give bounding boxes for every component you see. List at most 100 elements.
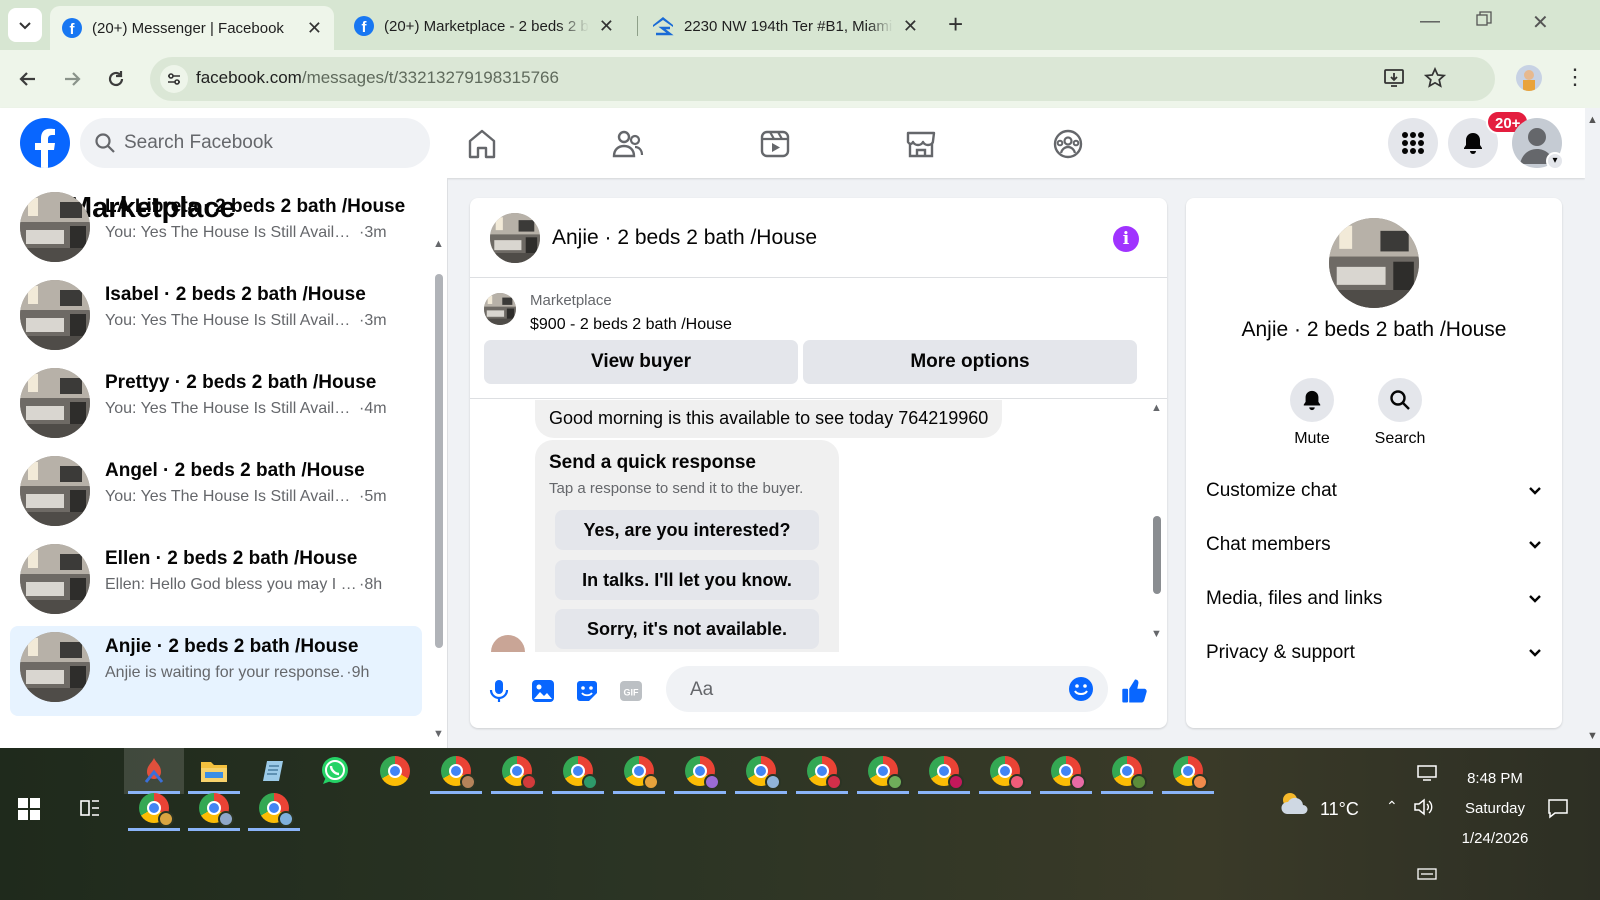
- customize-chat-row[interactable]: Customize chat: [1206, 472, 1542, 512]
- taskbar-app-chrome-profile[interactable]: [124, 785, 184, 831]
- mute-button[interactable]: Mute: [1272, 378, 1352, 448]
- minimize-button[interactable]: —: [1420, 10, 1440, 33]
- search-conversation-button[interactable]: Search: [1360, 378, 1440, 448]
- tab-messenger[interactable]: f (20+) Messenger | Facebook ✕: [50, 6, 334, 50]
- thumbs-up-icon[interactable]: [1120, 676, 1150, 706]
- taskbar-app-chrome-profile[interactable]: [609, 748, 669, 794]
- media-files-links-row[interactable]: Media, files and links: [1206, 580, 1542, 620]
- volume-icon[interactable]: [1412, 796, 1434, 818]
- taskbar-app-chrome[interactable]: [365, 748, 425, 794]
- taskbar-app-whatsapp[interactable]: [305, 748, 365, 794]
- info-icon[interactable]: i: [1113, 226, 1139, 252]
- message-input[interactable]: Aa: [666, 666, 1108, 712]
- install-app-icon[interactable]: [1382, 67, 1406, 91]
- taskbar-app-chrome-profile[interactable]: [731, 748, 791, 794]
- taskbar-app-chrome-profile[interactable]: [1036, 748, 1096, 794]
- keyboard-icon[interactable]: [1416, 866, 1438, 882]
- scroll-up-arrow-icon[interactable]: ▲: [1151, 402, 1162, 414]
- taskbar-app-chrome-profile[interactable]: [1158, 748, 1218, 794]
- quick-response-option[interactable]: Yes, are you interested?: [555, 510, 819, 550]
- scroll-up-arrow-icon[interactable]: ▲: [433, 238, 444, 250]
- bookmark-star-icon[interactable]: [1423, 66, 1447, 91]
- chrome-icon: [199, 793, 234, 827]
- facebook-search-input[interactable]: Search Facebook: [80, 118, 430, 168]
- conversation-item[interactable]: Prettyy · 2 beds 2 bath /House You: Yes …: [10, 362, 422, 452]
- listing-mini-thumbnail: [484, 293, 516, 325]
- browser-profile-avatar[interactable]: [1516, 65, 1542, 91]
- forward-button[interactable]: [56, 63, 88, 95]
- chat-thumbnail[interactable]: [490, 213, 540, 263]
- taskbar-app-chrome-profile[interactable]: [853, 748, 913, 794]
- scroll-up-arrow-icon[interactable]: ▲: [1587, 114, 1598, 126]
- home-icon[interactable]: [464, 126, 500, 162]
- conversation-item[interactable]: Isabel · 2 beds 2 bath /House You: Yes T…: [10, 274, 422, 364]
- tab-marketplace[interactable]: f (20+) Marketplace - 2 beds 2 b ✕: [342, 6, 626, 46]
- conversation-item[interactable]: Ellen · 2 beds 2 bath /House Ellen: Hell…: [10, 538, 422, 628]
- close-window-button[interactable]: ✕: [1532, 10, 1549, 35]
- friends-icon[interactable]: [610, 126, 646, 162]
- taskbar-app-chrome-profile[interactable]: [1097, 748, 1157, 794]
- taskbar-app-chrome-profile[interactable]: [975, 748, 1035, 794]
- task-view-icon[interactable]: [78, 796, 102, 820]
- gif-icon[interactable]: GIF: [618, 678, 644, 704]
- scroll-down-arrow-icon[interactable]: ▼: [1587, 730, 1598, 742]
- taskbar-app-chrome-profile[interactable]: [244, 785, 304, 831]
- notification-center-icon[interactable]: [1546, 796, 1570, 820]
- page-scrollbar[interactable]: ▲ ▼: [1585, 108, 1600, 748]
- site-info-icon[interactable]: [160, 65, 188, 93]
- marketplace-icon[interactable]: [903, 126, 939, 162]
- account-chevron-icon[interactable]: ▾: [1546, 152, 1564, 170]
- quick-response-option[interactable]: Sorry, it's not available.: [555, 609, 819, 649]
- menu-grid-button[interactable]: [1388, 118, 1438, 168]
- restore-button[interactable]: [1476, 10, 1492, 33]
- conversation-item[interactable]: Angel · 2 beds 2 bath /House You: Yes Th…: [10, 450, 422, 540]
- sticker-icon[interactable]: [574, 678, 600, 704]
- clock-time[interactable]: 8:48 PM: [1440, 770, 1550, 787]
- taskbar-app-chrome-profile[interactable]: [184, 785, 244, 831]
- tray-chevron-icon[interactable]: ⌃: [1386, 798, 1398, 815]
- listing-thumbnail: [20, 632, 90, 702]
- address-bar[interactable]: facebook.com/messages/t/3321327919831576…: [150, 57, 1495, 101]
- facebook-logo[interactable]: [20, 118, 70, 168]
- reload-button[interactable]: [100, 63, 132, 95]
- close-tab-icon[interactable]: ✕: [599, 16, 614, 37]
- tab-search-button[interactable]: [8, 8, 42, 42]
- back-button[interactable]: [12, 63, 44, 95]
- scroll-thumb[interactable]: [435, 274, 443, 648]
- chat-title[interactable]: Anjie · 2 beds 2 bath /House: [552, 226, 817, 250]
- privacy-support-row[interactable]: Privacy & support: [1206, 634, 1542, 674]
- groups-icon[interactable]: [1050, 126, 1086, 162]
- conversation-item[interactable]: LA Libreta · 2 beds 2 bath /House You: Y…: [10, 186, 422, 276]
- video-icon[interactable]: [757, 126, 793, 162]
- scroll-down-arrow-icon[interactable]: ▼: [433, 728, 444, 740]
- microphone-icon[interactable]: [486, 678, 512, 704]
- taskbar-app-chrome-profile[interactable]: [487, 748, 547, 794]
- view-buyer-button[interactable]: View buyer: [484, 340, 798, 384]
- emoji-icon[interactable]: [1068, 676, 1094, 702]
- conversation-list-scrollbar[interactable]: ▲ ▼: [433, 238, 445, 744]
- quick-response-option[interactable]: In talks. I'll let you know.: [555, 560, 819, 600]
- browser-menu-icon[interactable]: ⋮: [1564, 64, 1586, 90]
- tab-zillow[interactable]: 2230 NW 194th Ter #B1, Miami ✕: [640, 6, 930, 46]
- clock-date[interactable]: 1/24/2026: [1440, 830, 1550, 847]
- more-options-button[interactable]: More options: [803, 340, 1137, 384]
- taskbar-app-chrome-profile[interactable]: [914, 748, 974, 794]
- taskbar-app-chrome-profile[interactable]: [792, 748, 852, 794]
- taskbar-app-chrome-profile[interactable]: [426, 748, 486, 794]
- scroll-thumb[interactable]: [1153, 516, 1161, 594]
- close-tab-icon[interactable]: ✕: [903, 16, 918, 37]
- windows-start-button[interactable]: [18, 798, 40, 820]
- photo-icon[interactable]: [530, 678, 556, 704]
- network-monitor-icon[interactable]: [1416, 764, 1438, 782]
- weather-partly-cloudy-icon[interactable]: [1278, 790, 1310, 818]
- chat-scrollbar[interactable]: ▲ ▼: [1150, 400, 1164, 652]
- conversation-item-active[interactable]: Anjie · 2 beds 2 bath /House Anjie is wa…: [10, 626, 422, 716]
- taskbar-app-chrome-profile[interactable]: [670, 748, 730, 794]
- chat-members-row[interactable]: Chat members: [1206, 526, 1542, 566]
- taskbar-app-chrome-profile[interactable]: [548, 748, 608, 794]
- new-tab-button[interactable]: +: [948, 10, 963, 38]
- weather-temperature[interactable]: 11°C: [1320, 799, 1359, 820]
- clock-day[interactable]: Saturday: [1440, 800, 1550, 817]
- close-tab-icon[interactable]: ✕: [307, 18, 322, 39]
- scroll-down-arrow-icon[interactable]: ▼: [1151, 628, 1162, 640]
